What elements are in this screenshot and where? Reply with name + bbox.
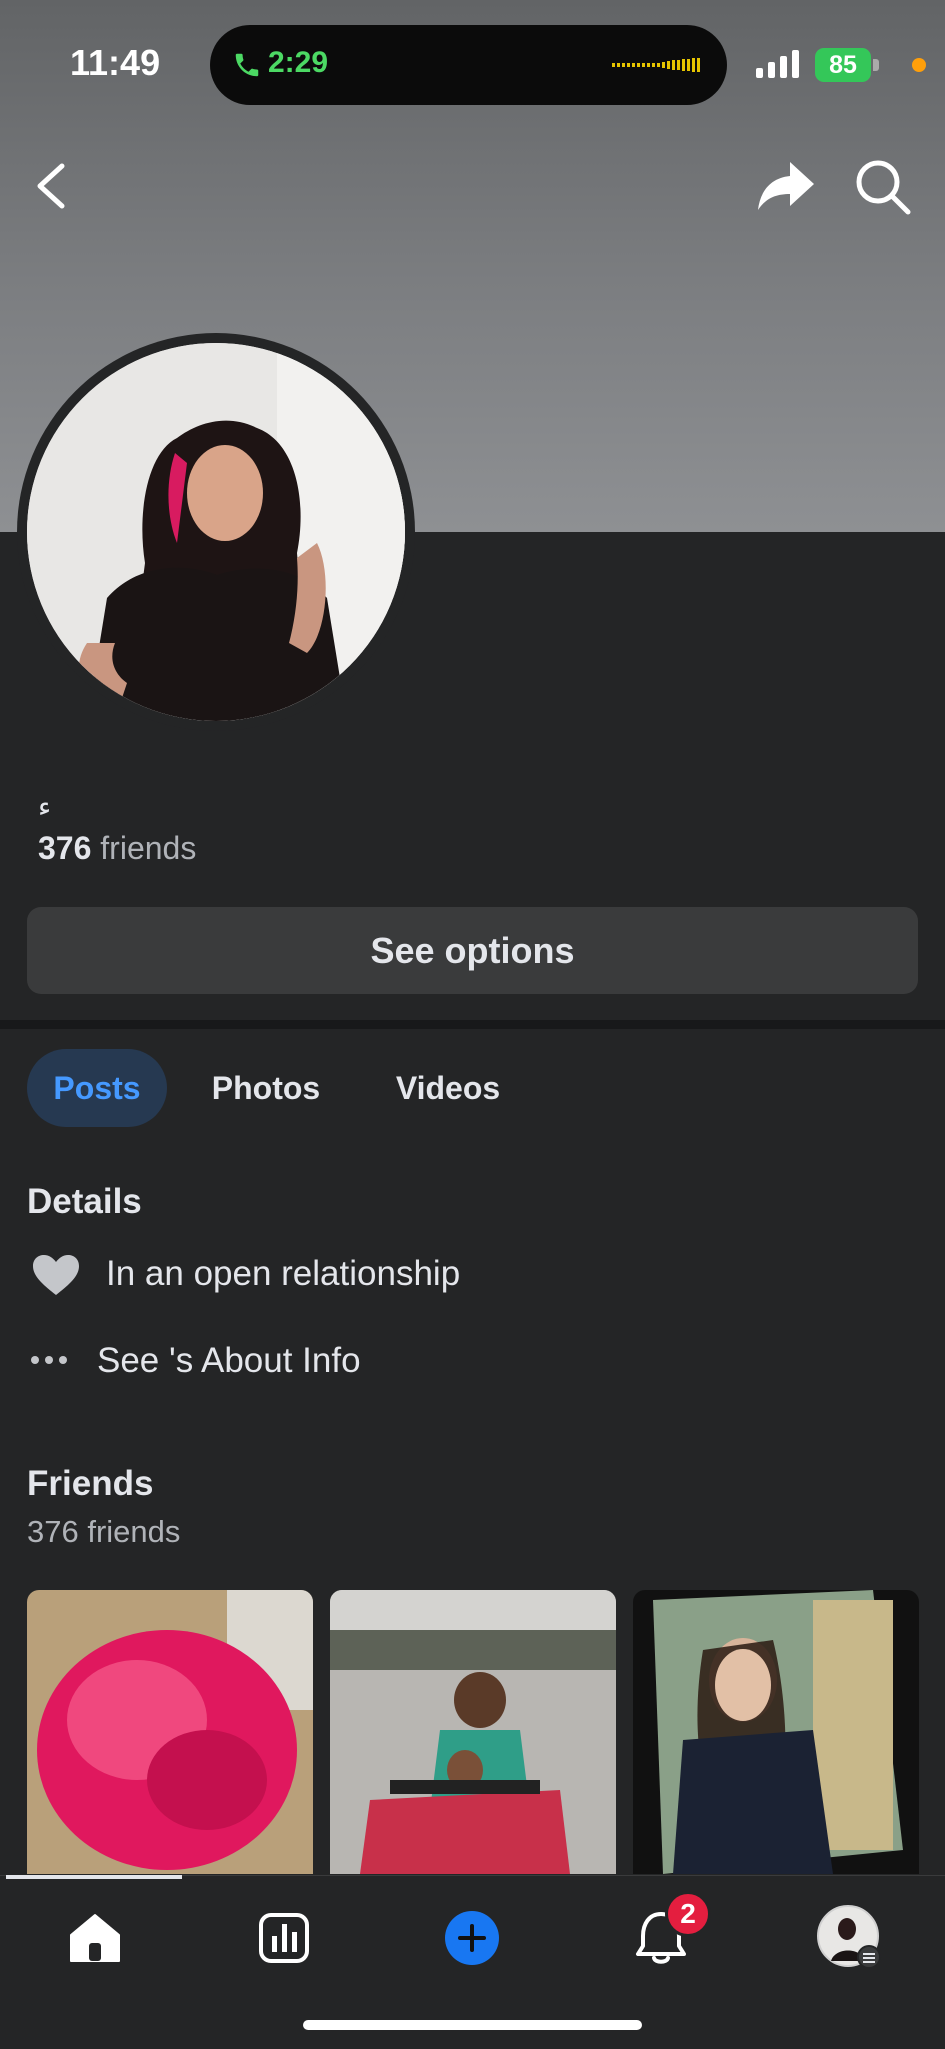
privacy-indicator-dot [912,58,926,72]
see-about-info-link[interactable]: See 's About Info [97,1341,361,1381]
profile-name: ء [38,791,52,822]
profile-photo-illustration [27,343,405,721]
status-time: 11:49 [70,42,161,83]
about-suffix: 's About Info [169,1341,361,1380]
friend-thumbnail[interactable] [633,1590,919,1874]
tab-posts[interactable]: Posts [27,1049,167,1127]
share-arrow-icon[interactable] [756,158,816,214]
profile-avatar-mini [817,1905,881,1969]
create-icon[interactable] [437,1903,507,1973]
about-prefix: See [97,1341,160,1380]
relationship-status: In an open relationship [106,1254,461,1293]
call-duration: 2:29 [268,46,329,79]
cellular-signal-icon [756,50,799,78]
profile-picture[interactable] [27,343,405,721]
friend-photo-atv [330,1590,616,1874]
tab-photos[interactable]: Photos [192,1049,340,1127]
friends-label: friends [100,830,197,866]
more-dots-icon [31,1356,67,1364]
tab-videos[interactable]: Videos [370,1049,526,1127]
heart-icon [33,1255,79,1295]
friend-photo-flower [27,1590,313,1874]
home-glyph [70,1914,120,1962]
friends-count-line[interactable]: 376 friends [38,830,196,867]
profile-menu-icon[interactable] [815,1903,885,1973]
friend-photo-portrait [633,1590,919,1874]
dashboard-glyph [259,1913,309,1963]
audio-waveform-icon [612,58,700,72]
friend-thumbnail[interactable] [330,1590,616,1874]
see-options-button[interactable]: See options [27,907,918,994]
home-icon[interactable] [60,1903,130,1973]
nav-scroll-indicator [6,1875,182,1879]
friend-thumbnail[interactable] [27,1590,313,1874]
friends-count: 376 [38,830,92,866]
create-glyph [445,1911,499,1965]
battery-indicator: 85 [815,48,881,82]
details-heading: Details [27,1182,142,1221]
search-icon[interactable] [854,158,912,216]
battery-level: 85 [815,48,871,82]
dashboard-icon[interactable] [249,1903,319,1973]
chevron-left-icon[interactable] [28,158,80,214]
section-divider [0,1020,945,1029]
home-indicator[interactable] [303,2020,642,2030]
friends-heading: Friends [27,1464,154,1503]
battery-tip [873,59,879,71]
friends-subtitle[interactable]: 376 friends [27,1514,180,1550]
phone-icon [235,53,259,77]
notification-badge: 2 [665,1891,711,1937]
